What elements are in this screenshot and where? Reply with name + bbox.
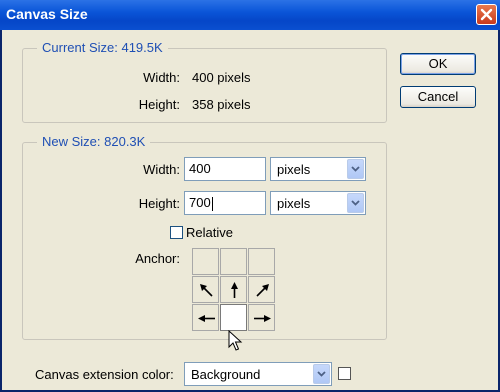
anchor-top-left[interactable]	[192, 248, 219, 275]
anchor-middle-left[interactable]	[192, 276, 219, 303]
extension-color-value: Background	[191, 367, 261, 382]
new-size-legend: New Size: 820.3K	[37, 134, 151, 149]
anchor-middle-center[interactable]	[220, 276, 247, 303]
current-width-value: 400 pixels	[192, 70, 251, 85]
ok-button[interactable]: OK	[400, 53, 476, 75]
width-input[interactable]: 400	[184, 157, 266, 181]
extension-color-swatch[interactable]	[338, 367, 351, 380]
cancel-button[interactable]: Cancel	[400, 86, 476, 108]
anchor-grid[interactable]	[192, 248, 276, 332]
width-unit-select[interactable]: pixels	[270, 157, 366, 181]
current-width-label: Width:	[143, 70, 180, 85]
extension-color-label: Canvas extension color:	[35, 367, 174, 382]
text-caret	[211, 196, 213, 211]
anchor-bottom-right[interactable]	[248, 304, 275, 331]
arrow-up-right-icon	[256, 284, 269, 297]
close-button[interactable]	[476, 4, 497, 25]
current-height-value: 358 pixels	[192, 97, 251, 112]
anchor-middle-right[interactable]	[248, 276, 275, 303]
new-width-label: Width:	[143, 162, 180, 177]
current-height-label: Height:	[138, 97, 180, 112]
title-bar[interactable]: Canvas Size	[0, 0, 500, 30]
height-input-value: 700	[189, 195, 211, 210]
height-unit-value: pixels	[277, 196, 311, 211]
width-unit-value: pixels	[277, 162, 311, 177]
arrow-up-left-icon	[200, 284, 213, 297]
dialog-title: Canvas Size	[6, 6, 88, 22]
width-unit-dropdown-button[interactable]	[347, 159, 364, 179]
anchor-top-right[interactable]	[248, 248, 275, 275]
chevron-down-icon	[317, 371, 326, 377]
width-input-value: 400	[189, 161, 211, 176]
arrow-up-icon	[231, 282, 238, 298]
chevron-down-icon	[351, 200, 360, 206]
anchor-top-center[interactable]	[220, 248, 247, 275]
extension-color-dropdown-button[interactable]	[313, 364, 330, 384]
current-size-legend: Current Size: 419.5K	[37, 40, 168, 55]
anchor-bottom-center-selected[interactable]	[220, 304, 247, 331]
arrow-left-icon	[198, 315, 215, 322]
extension-color-select[interactable]: Background	[184, 362, 332, 386]
height-input[interactable]: 700	[184, 191, 266, 215]
new-height-label: Height:	[138, 196, 180, 211]
mouse-pointer-icon	[228, 330, 243, 351]
height-unit-dropdown-button[interactable]	[347, 193, 364, 213]
relative-label[interactable]: Relative	[186, 225, 233, 240]
arrow-right-icon	[254, 315, 271, 322]
anchor-bottom-left[interactable]	[192, 304, 219, 331]
relative-checkbox[interactable]	[170, 226, 183, 239]
close-icon	[480, 8, 493, 21]
anchor-label: Anchor:	[135, 251, 180, 266]
height-unit-select[interactable]: pixels	[270, 191, 366, 215]
chevron-down-icon	[351, 166, 360, 172]
canvas-size-dialog: Canvas Size Current Size: 419.5K Width: …	[0, 0, 500, 392]
